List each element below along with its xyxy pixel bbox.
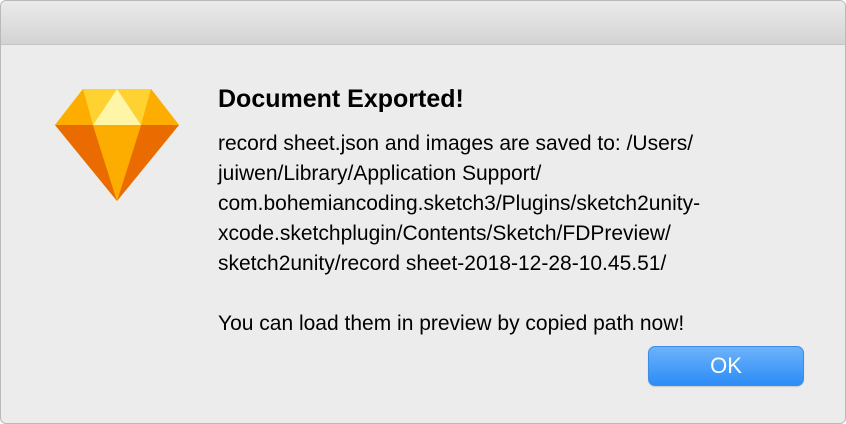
dialog-content: Document Exported! record sheet.json and… <box>218 81 818 339</box>
message-line: record sheet.json and images are saved t… <box>218 132 694 155</box>
dialog-title: Document Exported! <box>218 85 464 113</box>
message-spacer <box>218 279 818 309</box>
footer-message: You can load them in preview by copied p… <box>218 312 685 335</box>
message-line: juiwen/Library/Application Support/ <box>218 162 542 185</box>
message-line: xcode.sketchplugin/Contents/Sketch/FDPre… <box>218 222 671 245</box>
ok-button[interactable]: OK <box>648 346 804 386</box>
title-bar[interactable] <box>1 1 845 45</box>
message-line: com.bohemiancoding.sketch3/Plugins/sketc… <box>218 192 701 215</box>
dialog-message: record sheet.json and images are saved t… <box>218 129 818 339</box>
alert-dialog: Document Exported! record sheet.json and… <box>0 0 846 424</box>
message-line: sketch2unity/record sheet-2018-12-28-10.… <box>218 252 667 275</box>
sketch-diamond-icon <box>55 89 179 201</box>
